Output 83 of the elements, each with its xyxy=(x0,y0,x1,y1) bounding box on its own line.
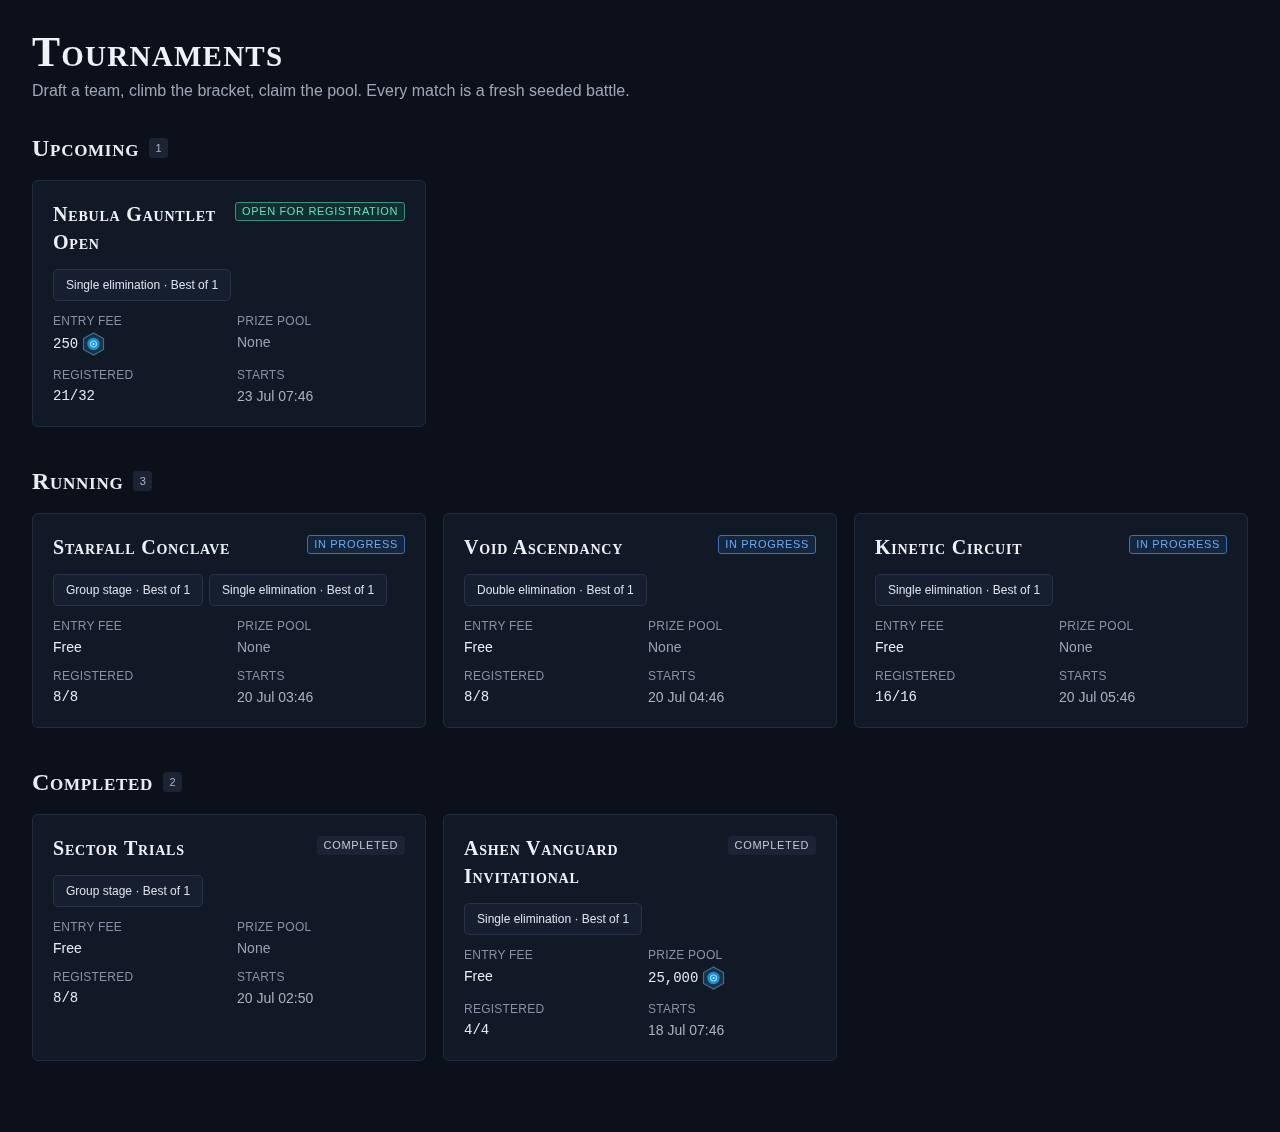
stat-value: 20 Jul 05:46 xyxy=(1059,688,1136,707)
stat-label: PRIZE POOL xyxy=(237,313,312,329)
format-chip: Single elimination · Best of 1 xyxy=(53,269,232,301)
tournament-title: Sector Trials xyxy=(53,836,185,861)
stat-value: 20 Jul 04:46 xyxy=(648,688,725,707)
stat-label: PRIZE POOL xyxy=(648,618,723,634)
status-badge: COMPLETED xyxy=(316,836,405,855)
stat-label: REGISTERED xyxy=(464,1001,545,1017)
stat-value: Free xyxy=(464,967,493,986)
stat-label: STARTS xyxy=(237,668,285,684)
stat-value: 21/32 xyxy=(53,387,95,406)
stat-label: ENTRY FEE xyxy=(464,618,534,634)
stat-value: 8/8 xyxy=(53,989,79,1008)
coin-icon xyxy=(82,332,106,356)
stat-value: None xyxy=(1059,638,1093,657)
stat-label: REGISTERED xyxy=(464,668,545,684)
stat-label: REGISTERED xyxy=(53,367,134,383)
status-badge: OPEN FOR REGISTRATION xyxy=(234,202,405,221)
stat-value: Free xyxy=(875,638,904,657)
format-chip: Single elimination · Best of 1 xyxy=(209,574,388,606)
stat-label: ENTRY FEE xyxy=(53,313,123,329)
tournament-card[interactable]: Ashen Vanguard Invitational COMPLETED Single elimination · Best of 1 ENTRY FEE Free PRIZE POOL 25,000 REGISTERED 4/4 STARTS 18 Jul 07:46 xyxy=(443,814,837,1061)
count-badge: 3 xyxy=(133,471,153,491)
stat-value: None xyxy=(237,333,271,352)
status-badge: COMPLETED xyxy=(727,836,816,855)
stat-value: None xyxy=(237,939,271,958)
count-badge: 1 xyxy=(149,138,169,158)
tournament-card[interactable]: Starfall Conclave IN PROGRESS Group stage · Best of 1 Single elimination · Best of 1 ENTRY FEE Free PRIZE POOL None REGISTERED 8/8 STARTS 20 Jul 03:46 xyxy=(32,513,426,728)
stat-label: REGISTERED xyxy=(875,668,956,684)
stat-label: STARTS xyxy=(1059,668,1107,684)
tournament-card[interactable]: Nebula Gauntlet Open OPEN FOR REGISTRATION Single elimination · Best of 1 ENTRY FEE 250 PRIZE POOL None REGISTERED 21/32 STARTS 23 Jul 07:46 xyxy=(32,180,426,427)
stat-value: Free xyxy=(464,638,493,657)
tournament-title: Ashen Vanguard Invitational xyxy=(464,836,620,889)
status-badge: IN PROGRESS xyxy=(307,535,405,554)
stat-label: STARTS xyxy=(648,1001,696,1017)
section-heading: Completed xyxy=(32,770,154,794)
stat-value: 23 Jul 07:46 xyxy=(237,387,314,406)
tournament-card[interactable]: Sector Trials COMPLETED Group stage · Best of 1 ENTRY FEE Free PRIZE POOL None REGISTERED 8/8 STARTS 20 Jul 02:50 xyxy=(32,814,426,1061)
stat-value: 8/8 xyxy=(53,688,79,707)
tournament-title: Starfall Conclave xyxy=(53,535,231,560)
stat-label: STARTS xyxy=(237,969,285,985)
stat-label: PRIZE POOL xyxy=(237,919,312,935)
status-badge: IN PROGRESS xyxy=(718,535,816,554)
stat-value: 18 Jul 07:46 xyxy=(648,1021,725,1040)
format-chip: Single elimination · Best of 1 xyxy=(464,903,643,935)
tournament-card[interactable]: Void Ascendancy IN PROGRESS Double elimination · Best of 1 ENTRY FEE Free PRIZE POOL None REGISTERED 8/8 STARTS 20 Jul 04:46 xyxy=(443,513,837,728)
section-heading: Upcoming xyxy=(32,136,140,160)
tournament-card[interactable]: Kinetic Circuit IN PROGRESS Single elimination · Best of 1 ENTRY FEE Free PRIZE POOL None REGISTERED 16/16 STARTS 20 Jul 05:46 xyxy=(854,513,1248,728)
stat-label: PRIZE POOL xyxy=(237,618,312,634)
tournament-title: Nebula Gauntlet Open xyxy=(53,202,217,255)
stat-value: 25,000 xyxy=(648,969,699,988)
stat-value: 250 xyxy=(53,335,79,354)
format-chip: Double elimination · Best of 1 xyxy=(464,574,647,606)
stat-value: None xyxy=(237,638,271,657)
status-badge: IN PROGRESS xyxy=(1129,535,1227,554)
count-badge: 2 xyxy=(163,772,183,792)
stat-value: Free xyxy=(53,638,82,657)
tournament-title: Kinetic Circuit xyxy=(875,535,1023,560)
stat-label: REGISTERED xyxy=(53,969,134,985)
stat-label: ENTRY FEE xyxy=(53,618,123,634)
stat-value: Free xyxy=(53,939,82,958)
stat-value: None xyxy=(648,638,682,657)
stat-value: 20 Jul 02:50 xyxy=(237,989,314,1008)
section-heading: Running xyxy=(32,469,124,493)
stat-value: 20 Jul 03:46 xyxy=(237,688,314,707)
stat-label: REGISTERED xyxy=(53,668,134,684)
stat-value: 4/4 xyxy=(464,1021,490,1040)
stat-label: PRIZE POOL xyxy=(648,947,723,963)
format-chip: Group stage · Best of 1 xyxy=(53,574,204,606)
stat-label: ENTRY FEE xyxy=(875,618,945,634)
stat-value: 16/16 xyxy=(875,688,917,707)
stat-label: STARTS xyxy=(237,367,285,383)
page-subtitle: Draft a team, climb the bracket, claim the pool. Every match is a fresh seeded battle. xyxy=(32,81,630,101)
stat-label: ENTRY FEE xyxy=(464,947,534,963)
stat-value: 8/8 xyxy=(464,688,490,707)
page-title: Tournaments xyxy=(32,28,284,76)
format-chip: Single elimination · Best of 1 xyxy=(875,574,1054,606)
stat-label: STARTS xyxy=(648,668,696,684)
stat-label: ENTRY FEE xyxy=(53,919,123,935)
stat-label: PRIZE POOL xyxy=(1059,618,1134,634)
format-chip: Group stage · Best of 1 xyxy=(53,875,204,907)
coin-icon xyxy=(702,966,726,990)
tournament-title: Void Ascendancy xyxy=(464,535,624,560)
